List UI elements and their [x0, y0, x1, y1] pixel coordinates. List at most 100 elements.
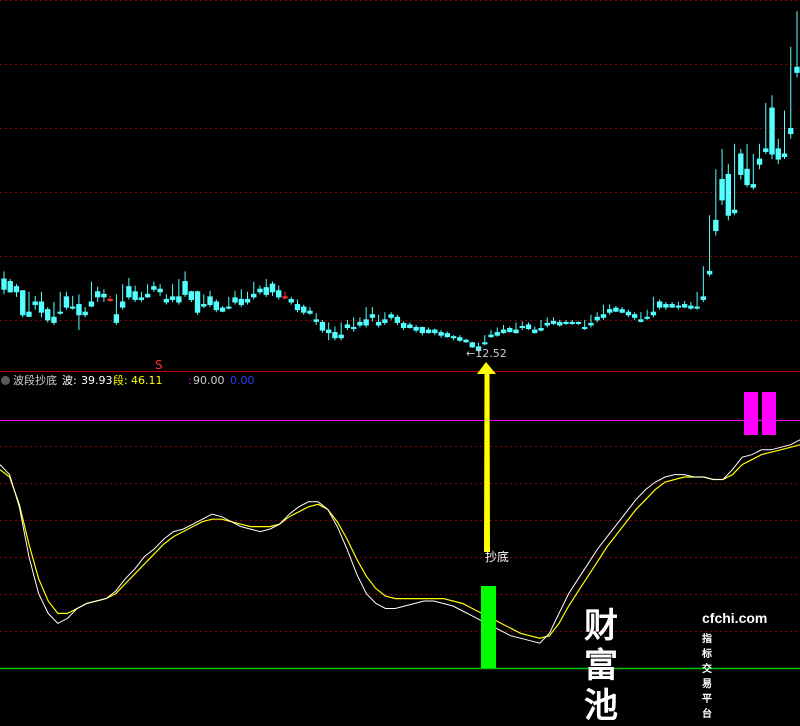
low-price-value: 12.52 [475, 347, 507, 360]
candle-body [82, 311, 88, 316]
buy-arrow [477, 362, 496, 552]
candle-body [413, 327, 419, 331]
indicator-series [0, 439, 800, 644]
candle-body [750, 184, 756, 188]
candle-body [563, 321, 569, 324]
candle-body [113, 314, 120, 323]
candle-body [119, 301, 126, 308]
candle-body [763, 148, 769, 152]
indicator-toggle-icon[interactable] [1, 376, 10, 385]
candle-body [394, 316, 401, 323]
top-signal-bar [762, 392, 776, 435]
candle-body [194, 291, 201, 313]
candle-body [625, 311, 632, 316]
candle-body [788, 127, 794, 135]
candle-body [163, 298, 170, 303]
candle-body [419, 327, 426, 334]
candle-body [101, 293, 107, 298]
candle-body [169, 296, 176, 300]
candle-body [432, 329, 438, 334]
candle-body [269, 283, 276, 293]
candle-body [138, 297, 145, 300]
candle-body [176, 296, 182, 303]
candle-body [663, 304, 669, 308]
candle-body [63, 296, 70, 308]
candle-body [613, 307, 619, 312]
indicator-name: 波段抄底 [13, 374, 57, 387]
candle-body [719, 179, 725, 201]
candle-body [276, 290, 282, 298]
candle-body [775, 148, 781, 160]
candle-body [307, 310, 313, 314]
candle-body [463, 339, 469, 343]
candle-body [519, 325, 525, 329]
candle-body [45, 309, 51, 321]
candle-body [769, 107, 775, 155]
candle-body [182, 281, 188, 295]
candle-body [326, 329, 332, 334]
low-price-label: ←12.52 [466, 347, 507, 361]
watermark-url: cfchi.com [702, 610, 768, 626]
candle-body [407, 324, 413, 329]
candle-body [457, 337, 463, 341]
candle-body [263, 287, 269, 295]
candle-body [94, 291, 101, 298]
candle-body [725, 173, 732, 216]
candle-body [126, 286, 132, 298]
candle-body [13, 286, 20, 293]
bottom-signal-bar [481, 586, 496, 668]
candle-body [244, 298, 251, 303]
candle-body [132, 291, 138, 300]
candle-body [338, 334, 344, 339]
candle-body [756, 158, 763, 165]
watermark-tagline: 指标交易平台 [702, 634, 713, 720]
segment-label: 段: [113, 374, 128, 387]
candle-body [631, 314, 638, 318]
candle-body [444, 333, 451, 338]
candle-body [606, 309, 613, 313]
candle-body [507, 328, 513, 333]
candle-body [482, 342, 488, 345]
candle-body [713, 219, 719, 232]
candle-body [232, 297, 238, 303]
candle-body [513, 329, 519, 334]
candle-body [69, 306, 76, 309]
segment-value: 46.11 [131, 374, 163, 387]
sell-marker: S [155, 358, 163, 372]
candle-body [301, 306, 307, 313]
candle-body [656, 301, 663, 308]
candle-body [525, 324, 532, 330]
candle-body [575, 321, 582, 324]
candle-body [425, 329, 432, 334]
candle-body [201, 304, 207, 307]
candle-body [20, 290, 26, 316]
candle-body [76, 304, 82, 316]
watermark-brand: 财富池 [584, 606, 619, 726]
candle-body [332, 332, 338, 339]
candle-body [569, 321, 575, 324]
candle-body [350, 327, 357, 330]
candle-body [532, 329, 538, 334]
candle-body [88, 301, 95, 307]
candle-body [681, 304, 688, 308]
wave-value: 39.93 [81, 374, 113, 387]
candle-body [319, 321, 326, 331]
candle-body [744, 168, 750, 186]
candle-body [188, 291, 195, 300]
candle-body [151, 286, 157, 290]
candle-body [1, 278, 7, 290]
candle-body [382, 319, 388, 323]
candle-body [738, 153, 744, 175]
candle-body [251, 293, 257, 298]
candle-body [781, 153, 788, 158]
candle-body [400, 322, 407, 329]
candle-body [669, 304, 675, 308]
candle-body [288, 298, 294, 303]
candle-body [731, 209, 738, 214]
candle-body [26, 311, 32, 317]
candle-body [488, 334, 494, 338]
candle-body [282, 296, 288, 299]
candle-body [494, 332, 500, 336]
candle-body [557, 321, 563, 326]
candle-body [794, 66, 800, 73]
